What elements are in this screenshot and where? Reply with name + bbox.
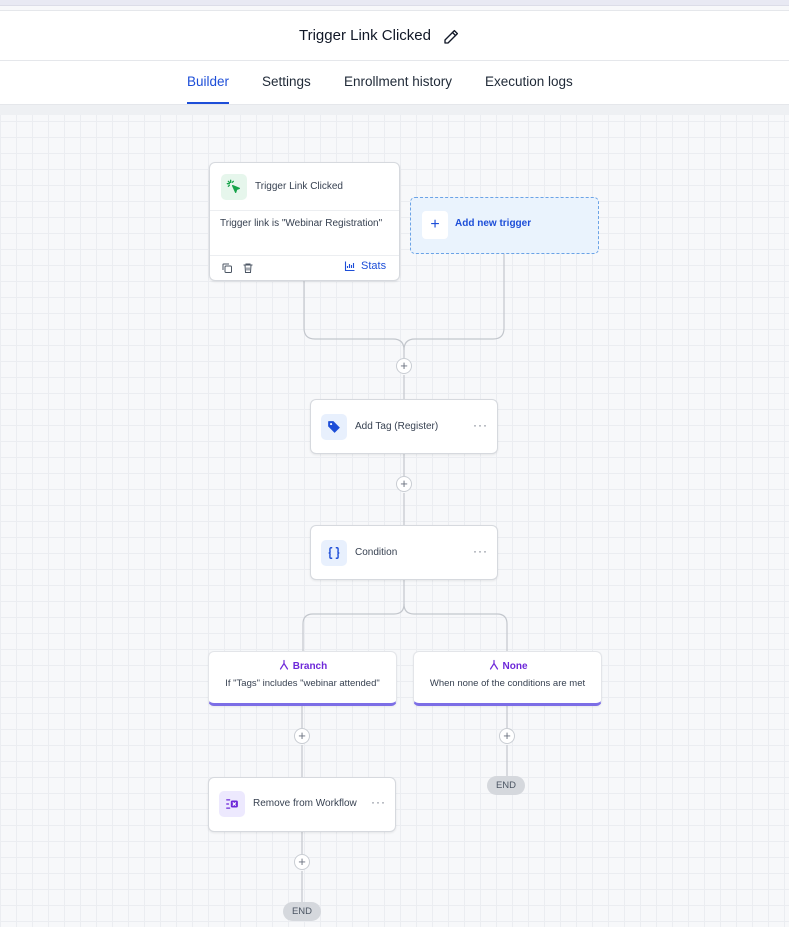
add-trigger-plus-box: + [422,211,448,239]
tag-icon [328,421,340,433]
end-marker: END [283,902,321,921]
trigger-node[interactable]: Trigger Link Clicked Trigger link is "We… [209,162,400,281]
remove-icon-box [219,791,245,817]
add-tag-icon-box [321,414,347,440]
add-tag-node[interactable]: Add Tag (Register) ··· [310,399,498,454]
branch-fork-icon [279,659,288,670]
bar-chart-icon [344,261,355,272]
add-tag-label: Add Tag (Register) [355,421,439,432]
more-options-icon[interactable]: ··· [473,418,488,432]
tab-bar: Builder Settings Enrollment history Exec… [0,61,789,105]
trigger-name: Trigger Link Clicked [255,181,343,192]
canvas-top-band [0,105,789,115]
tab-builder[interactable]: Builder [187,74,230,104]
cursor-click-icon [226,179,240,193]
condition-label: Condition [355,547,398,558]
condition-icon-box [321,540,347,566]
more-options-icon[interactable]: ··· [473,544,488,558]
branch-title: Branch [209,659,396,672]
stats-button[interactable]: Stats [344,260,386,272]
none-branch-card[interactable]: None When none of the conditions are met [413,651,602,706]
trigger-detail: Trigger link is "Webinar Registration" [220,218,383,229]
workflow-title: Trigger Link Clicked [299,27,431,44]
add-step-button[interactable]: + [294,728,310,744]
trash-icon[interactable] [242,262,254,274]
stats-label: Stats [361,260,387,272]
remove-from-workflow-node[interactable]: Remove from Workflow ··· [208,777,396,832]
add-step-button[interactable]: + [396,358,412,374]
pencil-edit-icon[interactable] [442,28,460,46]
remove-list-icon [226,799,238,809]
remove-from-workflow-label: Remove from Workflow [253,798,357,809]
copy-icon[interactable] [221,262,233,274]
trigger-divider [210,210,399,211]
tab-execution-logs[interactable]: Execution logs [485,74,573,89]
trigger-footer-divider [210,255,399,256]
condition-node[interactable]: Condition ··· [310,525,498,580]
branch-title-text: Branch [292,661,328,672]
end-marker: END [487,776,525,795]
top-strip [0,0,789,6]
branch-fork-icon [489,659,498,670]
more-options-icon[interactable]: ··· [371,795,386,809]
curly-braces-icon [328,547,340,559]
tab-settings[interactable]: Settings [262,74,311,89]
add-trigger-label: Add new trigger [455,218,532,229]
none-branch-title-text: None [502,661,528,672]
tab-enrollment-history[interactable]: Enrollment history [344,74,452,89]
branch-description: If "Tags" includes "webinar attended" [225,678,380,689]
branch-card[interactable]: Branch If "Tags" includes "webinar atten… [208,651,397,706]
title-bar: Trigger Link Clicked [0,10,789,61]
none-branch-description: When none of the conditions are met [429,678,586,689]
add-step-button[interactable]: + [294,854,310,870]
trigger-icon-box [221,174,247,200]
add-step-button[interactable]: + [396,476,412,492]
add-trigger-button[interactable]: + Add new trigger [410,197,599,254]
add-step-button[interactable]: + [499,728,515,744]
none-branch-title: None [414,659,601,672]
